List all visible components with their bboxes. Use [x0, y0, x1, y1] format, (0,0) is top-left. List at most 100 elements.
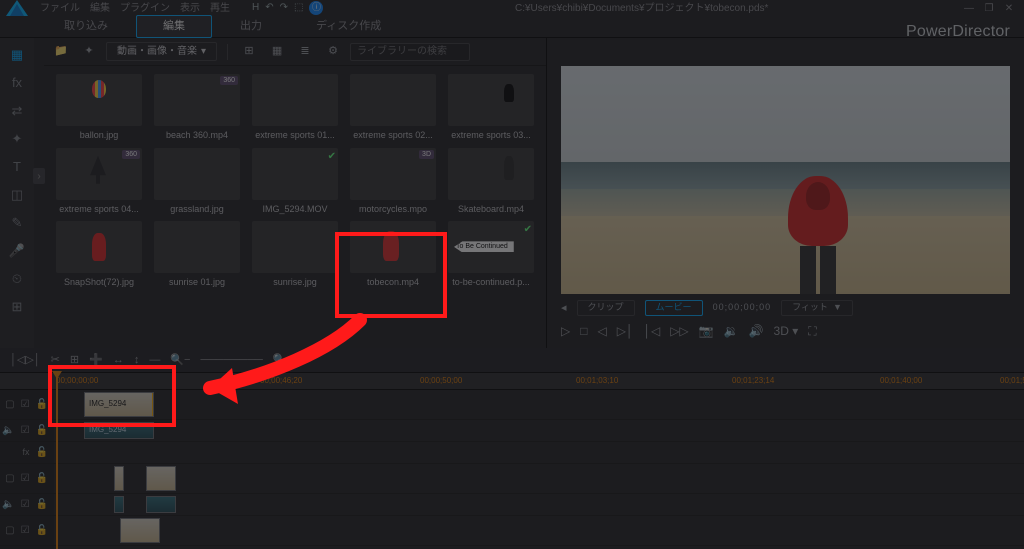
track-toggle-icon[interactable]: 🔓	[36, 398, 48, 411]
side-tool-3[interactable]: ✦	[7, 130, 27, 148]
side-tool-0[interactable]: ▦	[7, 46, 27, 64]
track-toggle-icon[interactable]: 🔓	[36, 498, 48, 511]
timeline-clip[interactable]: IMG_5294	[84, 422, 154, 439]
library-search[interactable]: ライブラリーの検索	[350, 43, 470, 61]
timeline-clip[interactable]: IMG_5294	[84, 392, 154, 417]
transport-button[interactable]: │◁	[643, 324, 660, 340]
media-item[interactable]: extreme sports 02...	[350, 74, 436, 142]
side-tool-6[interactable]: ✎	[7, 214, 27, 232]
track-toggle-icon[interactable]: ▢	[5, 398, 14, 411]
track-toggle-icon[interactable]: ☑	[21, 424, 30, 437]
workspace-tab-出力[interactable]: 出力	[214, 16, 288, 36]
transport-button[interactable]: 🔉	[724, 324, 739, 340]
menu-ファイル[interactable]: ファイル	[40, 3, 80, 14]
media-item[interactable]: SnapShot(72).jpg	[56, 221, 142, 289]
window-min-button[interactable]: —	[960, 2, 978, 15]
transport-button[interactable]: 3D ▾	[774, 324, 799, 340]
media-item[interactable]: ✔IMG_5294.MOV	[252, 148, 338, 216]
title-extra-icon[interactable]: H	[252, 1, 259, 15]
track-toggle-icon[interactable]: ☑	[21, 398, 30, 411]
tag-icon[interactable]: ✦	[78, 42, 100, 62]
media-item[interactable]: 360extreme sports 04...	[56, 148, 142, 216]
media-item[interactable]: grassland.jpg	[154, 148, 240, 216]
track-lane[interactable]	[54, 494, 1024, 515]
folder-icon[interactable]: 📁	[50, 42, 72, 62]
timeline-tool[interactable]: ↔	[113, 353, 124, 367]
track-toggle-icon[interactable]: ▢	[5, 524, 14, 537]
transport-button[interactable]: 🔊	[749, 324, 764, 340]
media-item[interactable]: 360beach 360.mp4	[154, 74, 240, 142]
track-toggle-icon[interactable]: 🔓	[36, 446, 48, 459]
track-lane[interactable]	[54, 464, 1024, 493]
menu-プラグイン[interactable]: プラグイン	[120, 3, 170, 14]
track-lane[interactable]: IMG_5294	[54, 420, 1024, 441]
track-toggle-icon[interactable]: 🔓	[36, 472, 48, 485]
media-item[interactable]: extreme sports 03...	[448, 74, 534, 142]
media-item[interactable]: ✔to-be-continued.p...	[448, 221, 534, 289]
view-large-icon[interactable]: ▦	[266, 42, 288, 62]
track-toggle-icon[interactable]: 🔈	[2, 424, 14, 437]
timeline-tool[interactable]: │◁▷│	[10, 353, 41, 367]
timeline-tool[interactable]: 🔍−	[170, 353, 190, 367]
media-item[interactable]: extreme sports 01...	[252, 74, 338, 142]
side-tool-2[interactable]: ⇄	[7, 102, 27, 120]
transport-button[interactable]: □	[580, 324, 587, 340]
track-toggle-icon[interactable]: ☑	[21, 498, 30, 511]
workspace-tab-取り込み[interactable]: 取り込み	[38, 16, 134, 36]
side-tool-8[interactable]: ⏲	[7, 270, 27, 288]
track-toggle-icon[interactable]: ☑	[21, 472, 30, 485]
track-lane[interactable]: IMG_5294	[54, 390, 1024, 419]
view-small-icon[interactable]: ⊞	[238, 42, 260, 62]
timeline-tool[interactable]: 🔍+	[273, 353, 293, 367]
timeline-tool[interactable]: ────────	[200, 353, 262, 367]
preview-screen[interactable]	[561, 66, 1010, 294]
media-item[interactable]: sunrise.jpg	[252, 221, 338, 289]
media-item[interactable]: sunrise 01.jpg	[154, 221, 240, 289]
track-lane[interactable]	[54, 516, 1024, 545]
media-item[interactable]: 3Dmotorcycles.mpo	[350, 148, 436, 216]
mode-clip-button[interactable]: クリップ	[577, 300, 635, 316]
timeline-tool[interactable]: ✂	[51, 353, 60, 367]
mode-movie-button[interactable]: ムービー	[645, 300, 703, 316]
title-extra-icon[interactable]: ↶	[265, 1, 273, 15]
transport-button[interactable]: ▷	[561, 324, 570, 340]
category-select[interactable]: 動画・画像・音楽 ▾	[106, 42, 217, 61]
media-item[interactable]: tobecon.mp4	[350, 221, 436, 289]
workspace-tab-編集[interactable]: 編集	[136, 15, 212, 37]
panel-expander[interactable]: ›	[34, 38, 44, 348]
timeline-clip[interactable]	[146, 466, 176, 491]
title-extra-icon[interactable]: ⓘ	[309, 1, 323, 15]
menu-編集[interactable]: 編集	[90, 3, 110, 14]
transport-button[interactable]: ⛶	[808, 324, 816, 340]
transport-button[interactable]: ▷│	[617, 324, 634, 340]
side-tool-5[interactable]: ◫	[7, 186, 27, 204]
menu-表示[interactable]: 表示	[180, 3, 200, 14]
transport-button[interactable]: 📷	[699, 324, 714, 340]
side-tool-9[interactable]: ⊞	[7, 298, 27, 316]
transport-button[interactable]: ◁	[597, 324, 606, 340]
timeline-tool[interactable]: —	[149, 353, 160, 367]
timeline-clip[interactable]	[120, 518, 160, 543]
window-max-button[interactable]: ❐	[980, 2, 998, 15]
timeline-tool[interactable]: ➕	[89, 353, 103, 367]
track-toggle-icon[interactable]: 🔓	[36, 524, 48, 537]
side-tool-1[interactable]: fx	[7, 74, 27, 92]
media-item[interactable]: Skateboard.mp4	[448, 148, 534, 216]
chevron-right-icon[interactable]: ›	[33, 168, 45, 184]
timeline-ruler[interactable]: 00;00;00;0000;00;46;2000;00;50;0000;01;0…	[0, 372, 1024, 390]
playhead[interactable]	[56, 373, 58, 549]
side-tool-4[interactable]: T	[7, 158, 27, 176]
side-tool-7[interactable]: 🎤	[7, 242, 27, 260]
track-lane[interactable]	[54, 442, 1024, 463]
title-extra-icon[interactable]: ⬚	[294, 1, 303, 15]
timeline-clip[interactable]	[114, 466, 124, 491]
timeline-clip[interactable]	[114, 496, 124, 513]
chevron-left-icon[interactable]: ◂	[561, 301, 567, 315]
timeline-tool[interactable]: ↕	[134, 353, 140, 367]
track-toggle-icon[interactable]: ☑	[21, 524, 30, 537]
workspace-tab-ディスク作成[interactable]: ディスク作成	[290, 16, 407, 36]
fit-select[interactable]: フィット ▼	[781, 300, 853, 316]
timeline-tool[interactable]: ⊞	[70, 353, 79, 367]
media-item[interactable]: ballon.jpg	[56, 74, 142, 142]
track-toggle-icon[interactable]: ▢	[5, 472, 14, 485]
